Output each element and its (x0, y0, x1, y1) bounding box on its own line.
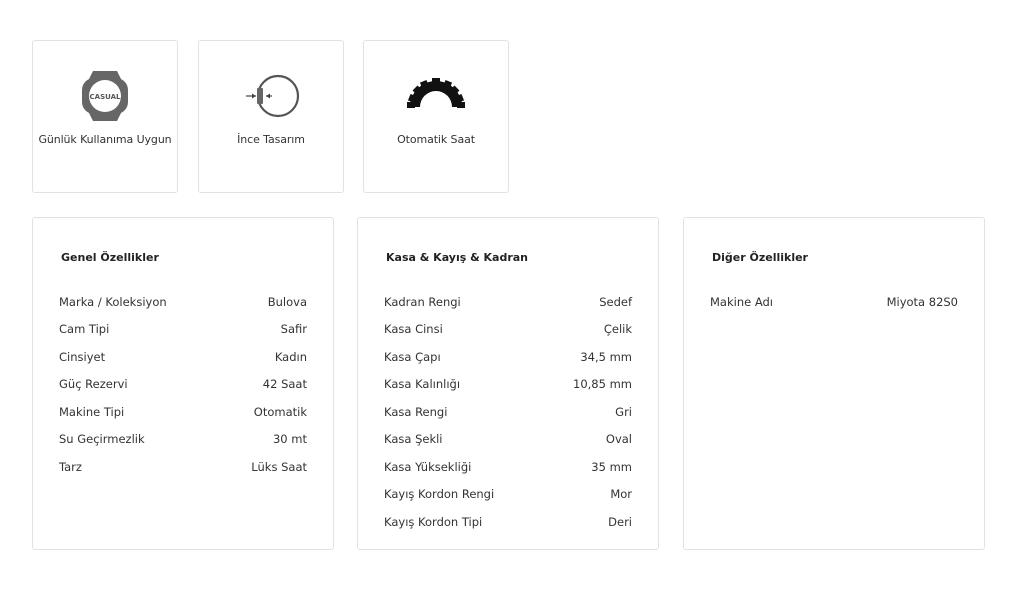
spec-row: Kasa Şekli Oval (384, 426, 632, 454)
spec-row: Kasa Cinsi Çelik (384, 316, 632, 344)
spec-key: Kadran Rengi (384, 294, 461, 309)
spec-value: Deri (608, 514, 632, 529)
spec-key: Makine Adı (710, 294, 774, 309)
svg-text:CASUAL: CASUAL (90, 93, 121, 101)
spec-value: Safir (280, 322, 307, 337)
spec-list: Marka / Koleksiyon Bulova Cam Tipi Safir C… (59, 288, 307, 481)
spec-key: Marka / Koleksiyon (59, 294, 167, 309)
spec-key: Kasa Çapı (384, 349, 441, 364)
spec-key: Tarz (59, 459, 82, 474)
spec-key: Cam Tipi (59, 322, 110, 337)
feature-label: Günlük Kullanıma Uygun (38, 133, 172, 146)
feature-card-thin-design: İnce Tasarım (198, 40, 344, 193)
spec-row: Tarz Lüks Saat (59, 453, 307, 481)
spec-row: Kasa Yüksekliği 35 mm (384, 453, 632, 481)
spec-value: Otomatik (253, 404, 307, 419)
spec-row: Kasa Çapı 34,5 mm (384, 343, 632, 371)
feature-label: İnce Tasarım (237, 133, 305, 146)
spec-row: Kadran Rengi Sedef (384, 288, 632, 316)
section-title: Kasa & Kayış & Kadran (386, 251, 529, 264)
spec-value: 10,85 mm (573, 377, 632, 392)
spec-value: Sedef (599, 294, 632, 309)
spec-list: Kadran Rengi Sedef Kasa Cinsi Çelik Kasa Ç… (384, 288, 632, 536)
spec-value: Bulova (267, 294, 307, 309)
feature-card-casual: CASUAL Günlük Kullanıma Uygun (32, 40, 178, 193)
spec-key: Kasa Yüksekliği (384, 459, 472, 474)
section-title: Genel Özellikler (61, 251, 159, 264)
spec-row: Makine Adı Miyota 82S0 (710, 288, 958, 316)
spec-row: Cam Tipi Safir (59, 316, 307, 344)
thin-design-icon (199, 67, 343, 125)
spec-row: Su Geçirmezlik 30 mt (59, 426, 307, 454)
spec-value: Lüks Saat (251, 459, 307, 474)
spec-value: Miyota 82S0 (886, 294, 958, 309)
spec-key: Kayış Kordon Rengi (384, 487, 495, 502)
section-title: Diğer Özellikler (712, 251, 808, 264)
spec-key: Güç Rezervi (59, 377, 128, 392)
spec-card-general: Genel Özellikler Marka / Koleksiyon Bulov… (32, 217, 334, 550)
feature-card-automatic: Otomatik Saat (363, 40, 509, 193)
spec-key: Cinsiyet (59, 349, 106, 364)
spec-list: Makine Adı Miyota 82S0 (710, 288, 958, 316)
spec-key: Makine Tipi (59, 404, 125, 419)
spec-value: Mor (610, 487, 632, 502)
spec-row: Kayış Kordon Tipi Deri (384, 508, 632, 536)
spec-key: Kayış Kordon Tipi (384, 514, 483, 529)
spec-value: Gri (615, 404, 632, 419)
spec-row: Marka / Koleksiyon Bulova (59, 288, 307, 316)
spec-row: Güç Rezervi 42 Saat (59, 371, 307, 399)
feature-label: Otomatik Saat (397, 133, 475, 146)
spec-row: Kasa Kalınlığı 10,85 mm (384, 371, 632, 399)
spec-key: Kasa Cinsi (384, 322, 443, 337)
spec-key: Kasa Şekli (384, 432, 443, 447)
spec-value: Çelik (603, 322, 632, 337)
spec-card-other: Diğer Özellikler Makine Adı Miyota 82S0 (683, 217, 985, 550)
casual-watch-icon: CASUAL (33, 67, 177, 125)
spec-value: Kadın (274, 349, 307, 364)
spec-row: Cinsiyet Kadın (59, 343, 307, 371)
spec-value: 30 mt (272, 432, 307, 447)
spec-value: 34,5 mm (580, 349, 632, 364)
spec-value: Oval (605, 432, 632, 447)
spec-value: 35 mm (591, 459, 632, 474)
spec-row: Kayış Kordon Rengi Mor (384, 481, 632, 509)
spec-card-case-strap-dial: Kasa & Kayış & Kadran Kadran Rengi Sedef … (357, 217, 659, 550)
automatic-gear-icon (364, 67, 508, 125)
spec-row: Makine Tipi Otomatik (59, 398, 307, 426)
spec-row: Kasa Rengi Gri (384, 398, 632, 426)
spec-key: Kasa Kalınlığı (384, 377, 461, 392)
spec-key: Su Geçirmezlik (59, 432, 145, 447)
spec-value: 42 Saat (262, 377, 307, 392)
spec-key: Kasa Rengi (384, 404, 448, 419)
